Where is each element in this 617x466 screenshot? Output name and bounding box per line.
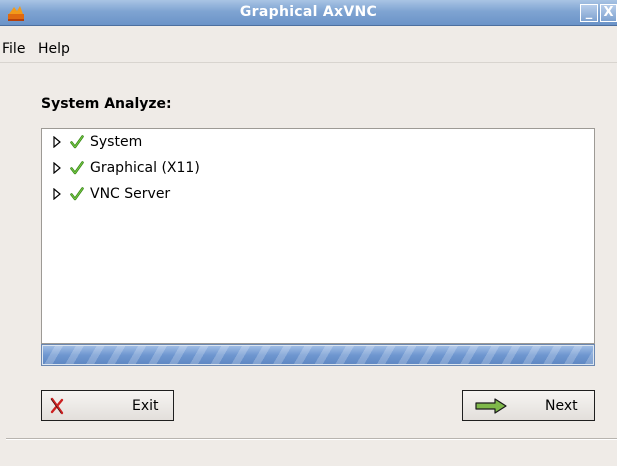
- minimize-icon: _: [585, 5, 593, 20]
- right-arrow-icon: [475, 398, 507, 414]
- expander-triangle-icon[interactable]: [52, 162, 62, 174]
- next-button-label: Next: [545, 398, 578, 414]
- check-icon: [70, 187, 84, 201]
- check-icon: [70, 135, 84, 149]
- tree-item-system[interactable]: System: [52, 132, 142, 152]
- check-icon: [70, 161, 84, 175]
- exit-button[interactable]: Exit: [41, 390, 174, 421]
- tree-item-vnc-server[interactable]: VNC Server: [52, 184, 170, 204]
- window-title: Graphical AxVNC: [239, 4, 378, 20]
- bottom-divider: [6, 438, 617, 440]
- app-window: Graphical AxVNC _ X File Help System Ana…: [0, 0, 617, 466]
- menu-bar: File Help: [0, 37, 617, 63]
- close-icon: X: [603, 5, 614, 20]
- close-button[interactable]: X: [600, 4, 617, 22]
- title-bar[interactable]: Graphical AxVNC _ X: [0, 0, 617, 26]
- tree-item-label: System: [90, 134, 143, 150]
- section-title: System Analyze:: [41, 96, 172, 112]
- tree-item-graphical[interactable]: Graphical (X11): [52, 158, 200, 178]
- expander-triangle-icon[interactable]: [52, 188, 62, 200]
- expander-triangle-icon[interactable]: [52, 136, 62, 148]
- x-mark-icon: [50, 397, 64, 415]
- menu-file[interactable]: File: [2, 41, 25, 57]
- system-analyze-tree[interactable]: System Graphical (X11) VNC Server: [41, 128, 595, 344]
- minimize-button[interactable]: _: [580, 4, 598, 22]
- progress-bar: [41, 344, 595, 366]
- menu-help[interactable]: Help: [38, 41, 70, 57]
- exit-button-label: Exit: [132, 398, 159, 414]
- tree-item-label: VNC Server: [90, 186, 171, 202]
- next-button[interactable]: Next: [462, 390, 595, 421]
- tree-item-label: Graphical (X11): [90, 160, 200, 176]
- progress-fill: [43, 346, 593, 364]
